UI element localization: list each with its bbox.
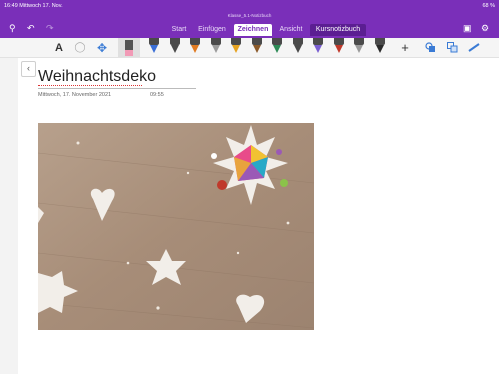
draw-toolbar: A ◯ ✥ +: [0, 38, 499, 58]
tab-start[interactable]: Start: [168, 24, 190, 36]
redo-icon[interactable]: ↷: [46, 23, 54, 33]
tab-zeichnen[interactable]: Zeichnen: [234, 24, 272, 36]
page-sidebar: [0, 58, 18, 374]
lasso-icon[interactable]: ◯: [74, 38, 86, 57]
pen-9[interactable]: [312, 38, 324, 53]
pen-10[interactable]: [333, 38, 345, 53]
photo-icon[interactable]: [38, 123, 314, 330]
status-battery: 68 %: [482, 3, 495, 9]
top-bar: 16:49 Mittwoch 17. Nov. 68 % ⚲ ↶ ↷ Klass…: [0, 0, 499, 38]
pen-8[interactable]: [292, 38, 304, 53]
convert-icon[interactable]: [446, 38, 458, 57]
ruler-icon[interactable]: [468, 38, 480, 57]
pen-7[interactable]: [271, 38, 283, 53]
share-icon[interactable]: ▣: [463, 23, 472, 33]
notebook-title: Klasse_5.1-Notizbuch: [227, 13, 272, 18]
eraser-icon[interactable]: [118, 38, 140, 57]
page-time: 09:55: [150, 92, 164, 98]
move-icon[interactable]: ✥: [95, 38, 109, 57]
page-date: Mittwoch, 17. November 2021: [38, 92, 112, 98]
page-title[interactable]: Weihnachtsdeko: [38, 68, 156, 86]
pen-5[interactable]: [230, 38, 242, 53]
status-time: 16:49 Mittwoch 17. Nov.: [4, 3, 63, 9]
pen-4[interactable]: [210, 38, 222, 53]
settings-icon[interactable]: ⚙: [481, 23, 489, 33]
pen-2[interactable]: [169, 38, 181, 53]
pen-12[interactable]: [374, 38, 386, 53]
search-icon[interactable]: ⚲: [9, 23, 16, 33]
add-icon[interactable]: +: [399, 38, 411, 57]
undo-icon[interactable]: ↶: [27, 23, 35, 33]
pen-11[interactable]: [353, 38, 365, 53]
text-icon[interactable]: A: [53, 38, 65, 57]
title-divider: [38, 88, 196, 89]
pen-1[interactable]: [148, 38, 160, 53]
tab-kursnotizbuch[interactable]: Kursnotizbuch: [310, 24, 366, 36]
tab-einfuegen[interactable]: Einfügen: [196, 24, 228, 36]
pen-3[interactable]: [189, 38, 201, 53]
shapes-icon[interactable]: [424, 38, 436, 57]
spellcheck-underline: [38, 85, 142, 86]
tab-ansicht[interactable]: Ansicht: [276, 24, 306, 36]
pen-6[interactable]: [251, 38, 263, 53]
collapse-sidebar-button[interactable]: ‹: [21, 61, 36, 77]
